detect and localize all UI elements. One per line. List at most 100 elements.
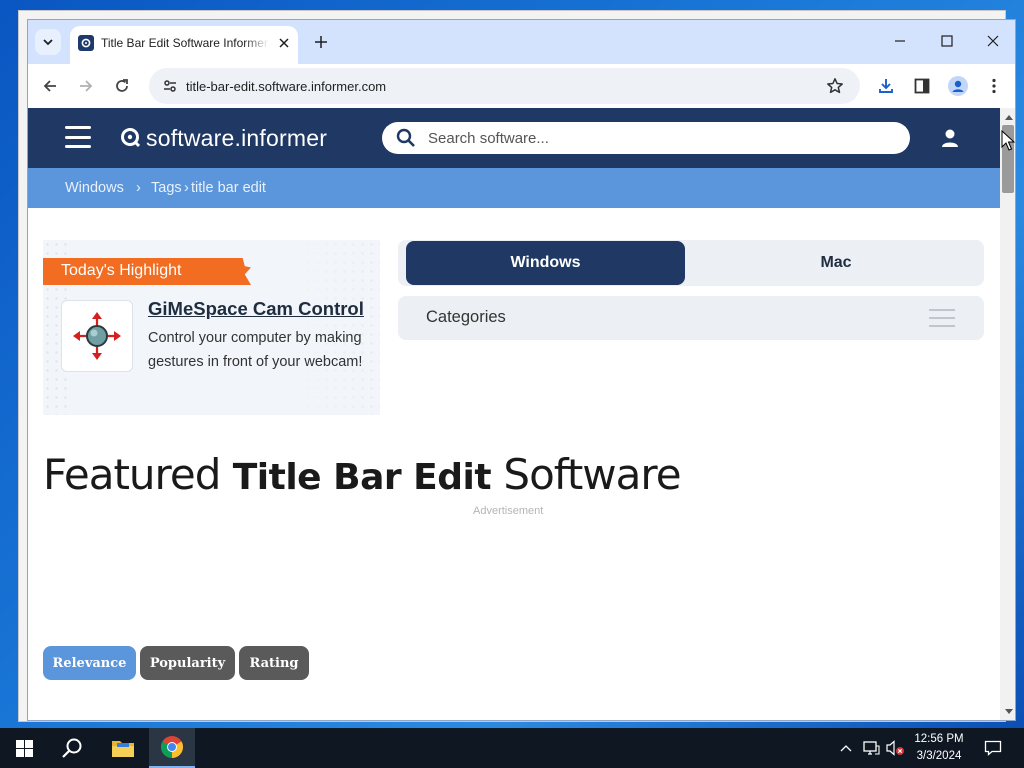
site-favicon-icon: [78, 35, 94, 51]
network-tray-button[interactable]: [860, 728, 882, 768]
app-icon[interactable]: [61, 300, 133, 372]
minimize-button[interactable]: [880, 26, 920, 56]
reload-button[interactable]: [109, 73, 135, 99]
highlight-app-title[interactable]: GiMeSpace Cam Control: [148, 298, 364, 320]
folder-icon: [112, 741, 134, 757]
page-viewport: software.informer Windows › Tags › title…: [28, 108, 1000, 720]
menu-lines-icon: [929, 309, 955, 327]
volume-tray-button[interactable]: [884, 728, 906, 768]
breadcrumb-tags-link[interactable]: Tags: [151, 180, 182, 196]
categories-label: Categories: [426, 308, 506, 326]
featured-keyword: Title Bar Edit: [232, 457, 492, 498]
side-panel-icon: [914, 78, 930, 94]
tray-overflow-button[interactable]: [836, 728, 856, 768]
windows-logo-icon: [15, 739, 33, 757]
forward-button[interactable]: [73, 73, 99, 99]
site-logo[interactable]: software.informer: [120, 124, 327, 152]
maximize-button[interactable]: [927, 26, 967, 56]
search-icon: [62, 738, 82, 758]
downloads-button[interactable]: [873, 73, 899, 99]
platform-mac-button[interactable]: Mac: [698, 241, 974, 285]
sort-relevance-button[interactable]: Relevance: [43, 646, 136, 680]
featured-heading: Featured Title Bar Edit Software: [43, 450, 682, 499]
tune-icon: [164, 80, 176, 92]
breadcrumb-separator: ›: [136, 180, 141, 196]
network-icon: [863, 741, 880, 755]
sort-rating-button[interactable]: Rating: [239, 646, 309, 680]
site-info-button[interactable]: [157, 73, 183, 99]
triangle-down-icon: [1004, 709, 1013, 714]
download-icon: [879, 79, 893, 93]
triangle-up-icon: [1004, 115, 1013, 120]
tab-search-button[interactable]: [35, 29, 61, 55]
vertical-scrollbar[interactable]: [1000, 108, 1015, 720]
arrow-left-icon: [43, 80, 56, 92]
sort-popularity-button[interactable]: Popularity: [140, 646, 235, 680]
profile-button[interactable]: [945, 73, 971, 99]
featured-prefix: Featured: [43, 450, 233, 499]
taskbar-search-button[interactable]: [50, 728, 94, 768]
todays-highlight-card[interactable]: Today's Highlight GiMeSpace Cam Control …: [43, 240, 380, 415]
start-button[interactable]: [0, 728, 48, 768]
close-window-button[interactable]: [973, 26, 1013, 56]
search-box[interactable]: [382, 122, 910, 154]
highlight-description: Control your computer by making gestures…: [148, 330, 363, 370]
chrome-icon: [161, 736, 183, 758]
close-tab-button[interactable]: [274, 33, 294, 53]
star-icon: [827, 78, 843, 94]
advertisement-label: Advertisement: [473, 505, 544, 517]
file-explorer-button[interactable]: [100, 728, 146, 768]
clock-time: 12:56 PM: [914, 733, 964, 745]
arrow-right-icon: [80, 80, 93, 92]
url-text: title-bar-edit.software.informer.com: [186, 79, 387, 94]
chrome-taskbar-button[interactable]: [149, 728, 195, 768]
breadcrumb-current: title bar edit: [191, 180, 266, 196]
clock-date: 3/3/2024: [916, 750, 962, 762]
logo-icon: [121, 128, 141, 148]
chevron-up-icon: [840, 745, 852, 752]
browser-window: Title Bar Edit Software Informer title-b…: [27, 19, 1016, 721]
platform-switch: Windows Mac: [398, 240, 984, 286]
address-bar[interactable]: title-bar-edit.software.informer.com: [149, 68, 860, 104]
close-icon: [279, 38, 289, 48]
plus-icon: [315, 36, 327, 48]
site-header: software.informer: [28, 108, 1000, 168]
breadcrumb-separator: ›: [184, 180, 189, 196]
logo-text: software.informer: [146, 124, 328, 151]
back-button[interactable]: [37, 73, 63, 99]
chevron-down-icon: [43, 39, 53, 46]
bookmark-button[interactable]: [822, 73, 848, 99]
tab-strip: Title Bar Edit Software Informer: [28, 20, 1015, 64]
featured-suffix: Software: [491, 450, 681, 499]
user-account-icon[interactable]: [939, 127, 961, 149]
reload-icon: [116, 79, 128, 92]
breadcrumb: Windows › Tags › title bar edit: [28, 168, 1000, 208]
scroll-down-button[interactable]: [1000, 705, 1015, 719]
search-icon[interactable]: [396, 128, 416, 148]
close-icon: [987, 35, 999, 47]
notifications-button[interactable]: [978, 728, 1008, 768]
tab-active[interactable]: Title Bar Edit Software Informer: [70, 26, 298, 64]
more-vertical-icon: [992, 78, 996, 94]
highlight-ribbon: Today's Highlight: [43, 258, 251, 285]
windows-taskbar: 12:56 PM 3/3/2024: [0, 728, 1024, 768]
side-panel-button[interactable]: [909, 73, 935, 99]
maximize-icon: [941, 35, 953, 47]
browser-toolbar: title-bar-edit.software.informer.com: [28, 64, 1015, 108]
move-arrows-icon: [73, 312, 121, 360]
search-input[interactable]: [428, 122, 898, 154]
tab-title: Title Bar Edit Software Informer: [101, 36, 268, 50]
scroll-up-button[interactable]: [1000, 110, 1015, 124]
notification-icon: [984, 740, 1002, 756]
speaker-muted-icon: [886, 740, 904, 756]
menu-button[interactable]: [981, 73, 1007, 99]
categories-dropdown[interactable]: Categories: [398, 296, 984, 340]
breadcrumb-windows-link[interactable]: Windows: [65, 180, 124, 196]
platform-windows-button[interactable]: Windows: [406, 241, 685, 285]
hamburger-menu-icon[interactable]: [65, 126, 91, 148]
tray-clock[interactable]: 12:56 PM 3/3/2024: [908, 731, 970, 765]
mouse-cursor-icon: [1001, 130, 1015, 151]
new-tab-button[interactable]: [309, 30, 333, 54]
minimize-icon: [895, 40, 905, 42]
profile-avatar-icon: [948, 76, 968, 96]
